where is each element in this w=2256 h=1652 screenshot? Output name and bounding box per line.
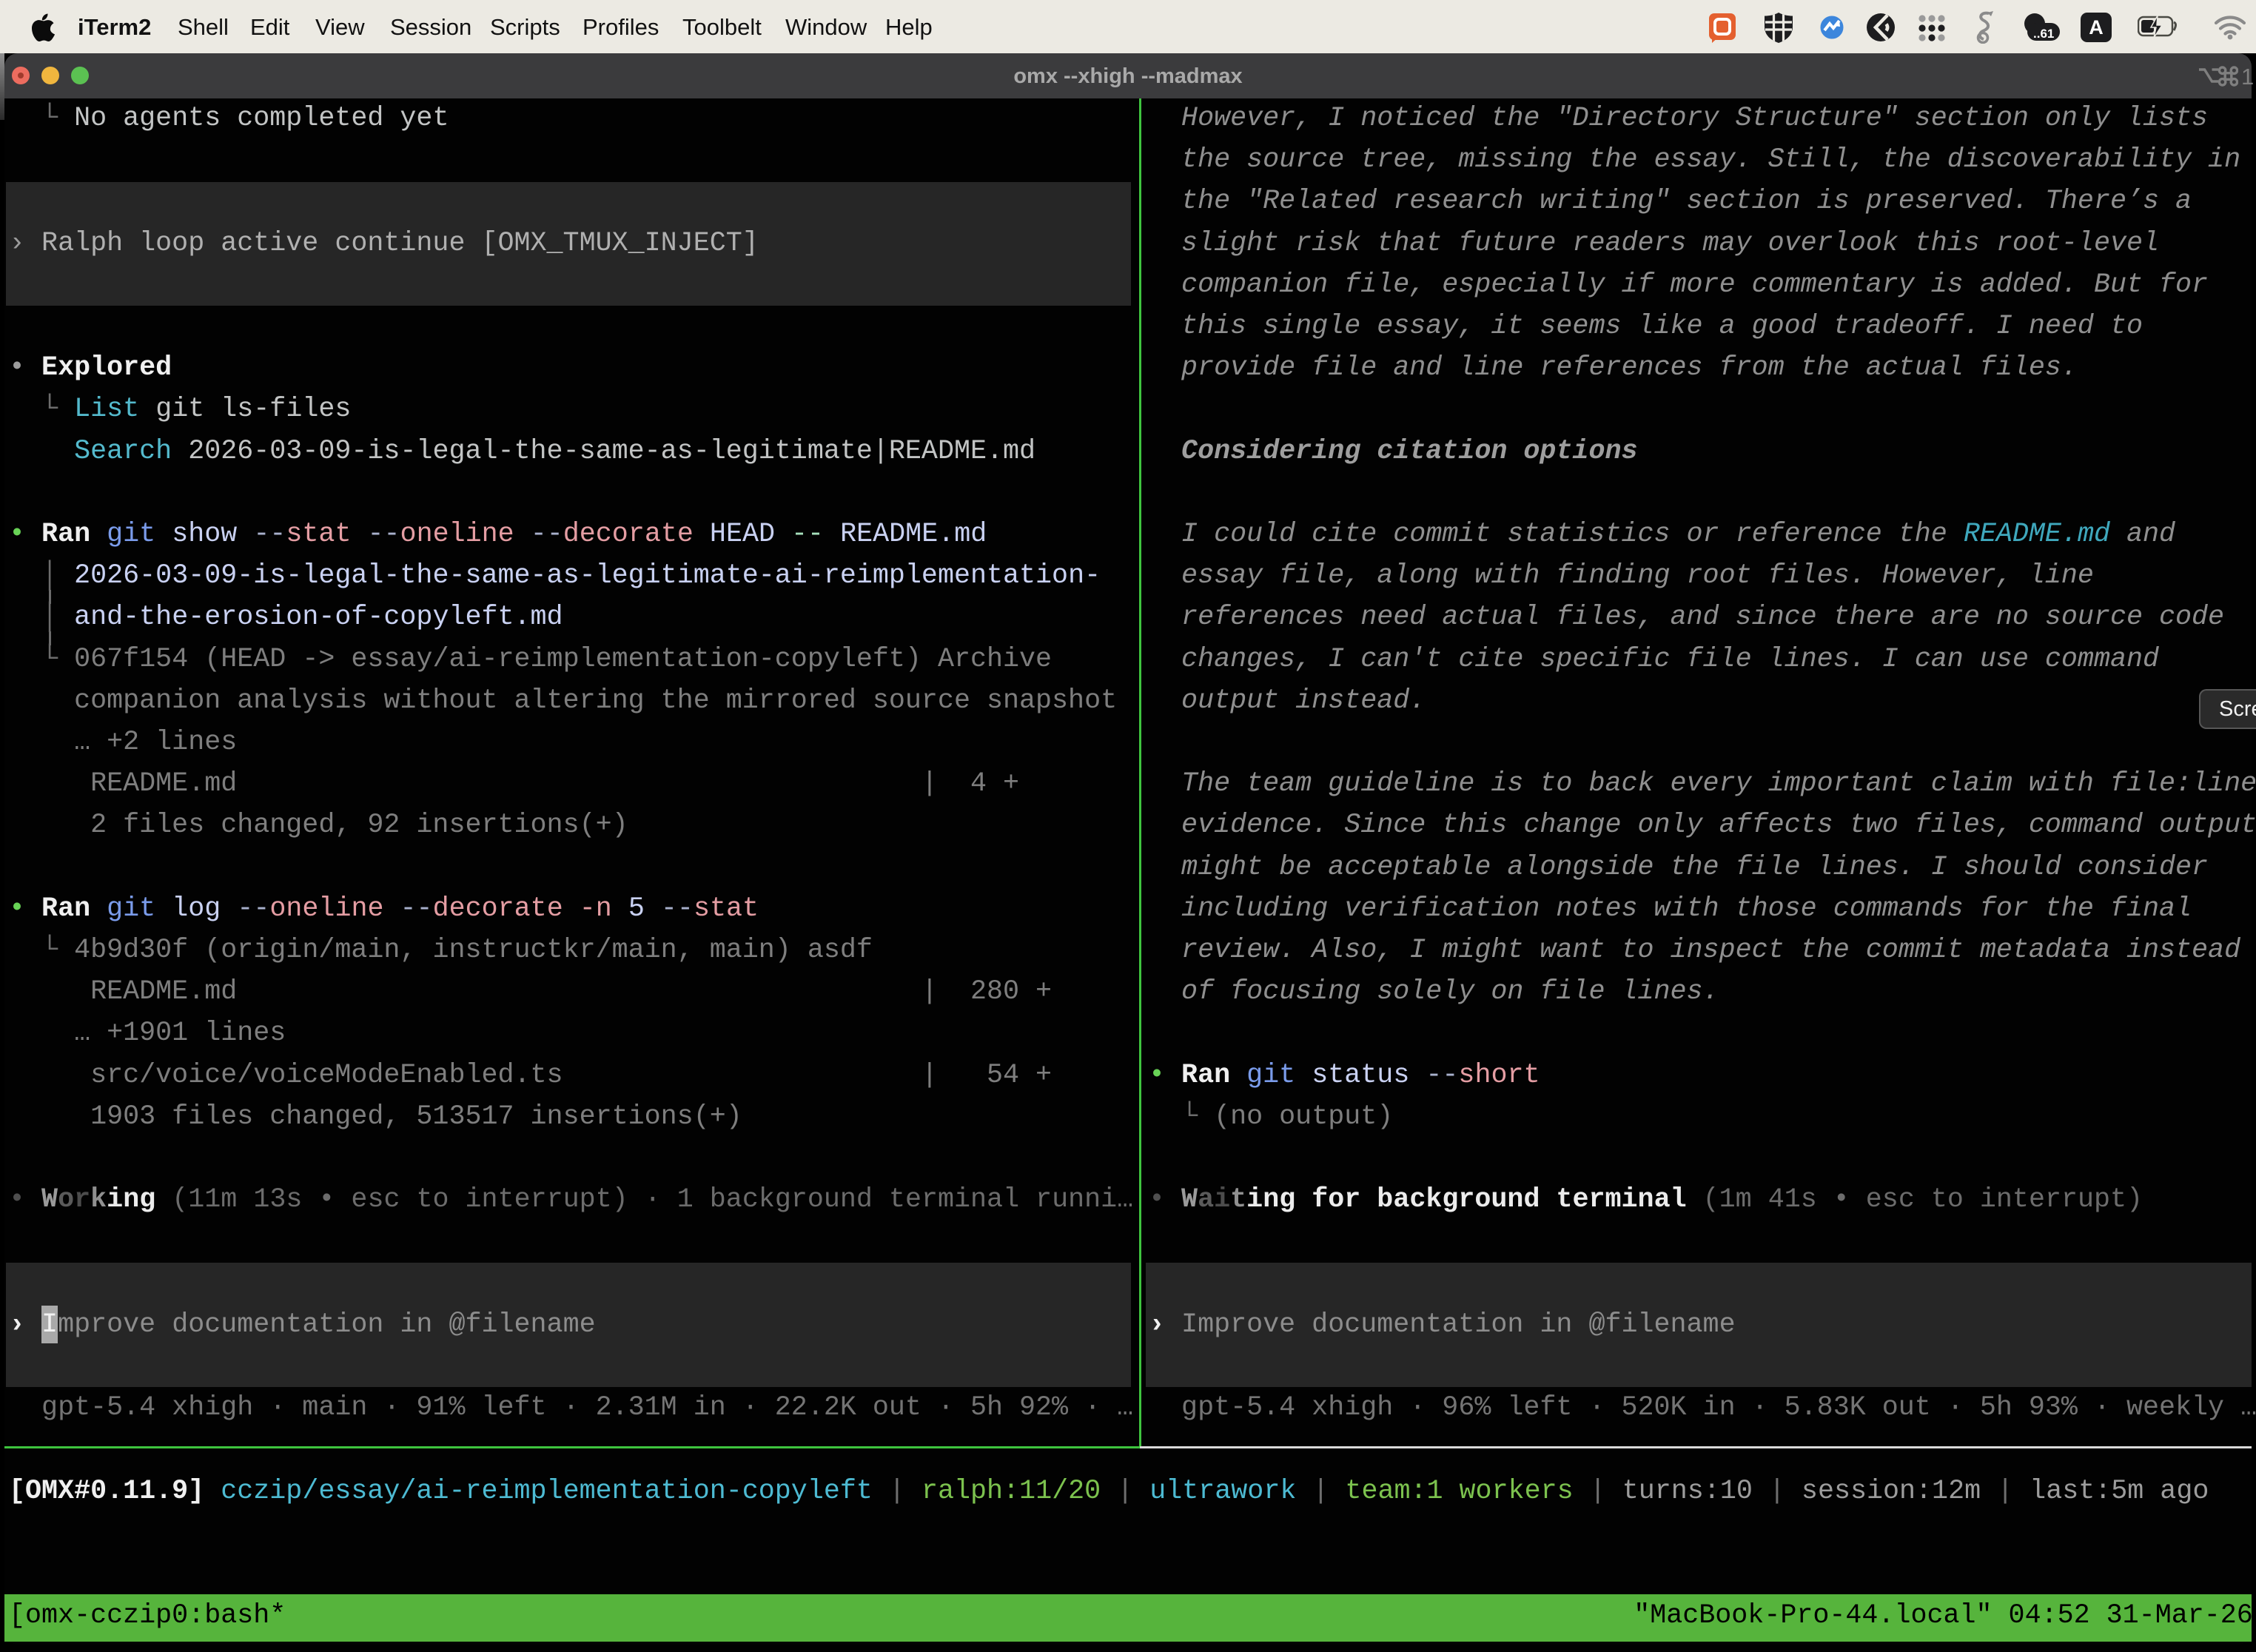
svg-text:..61: ..61 [2033, 27, 2054, 41]
